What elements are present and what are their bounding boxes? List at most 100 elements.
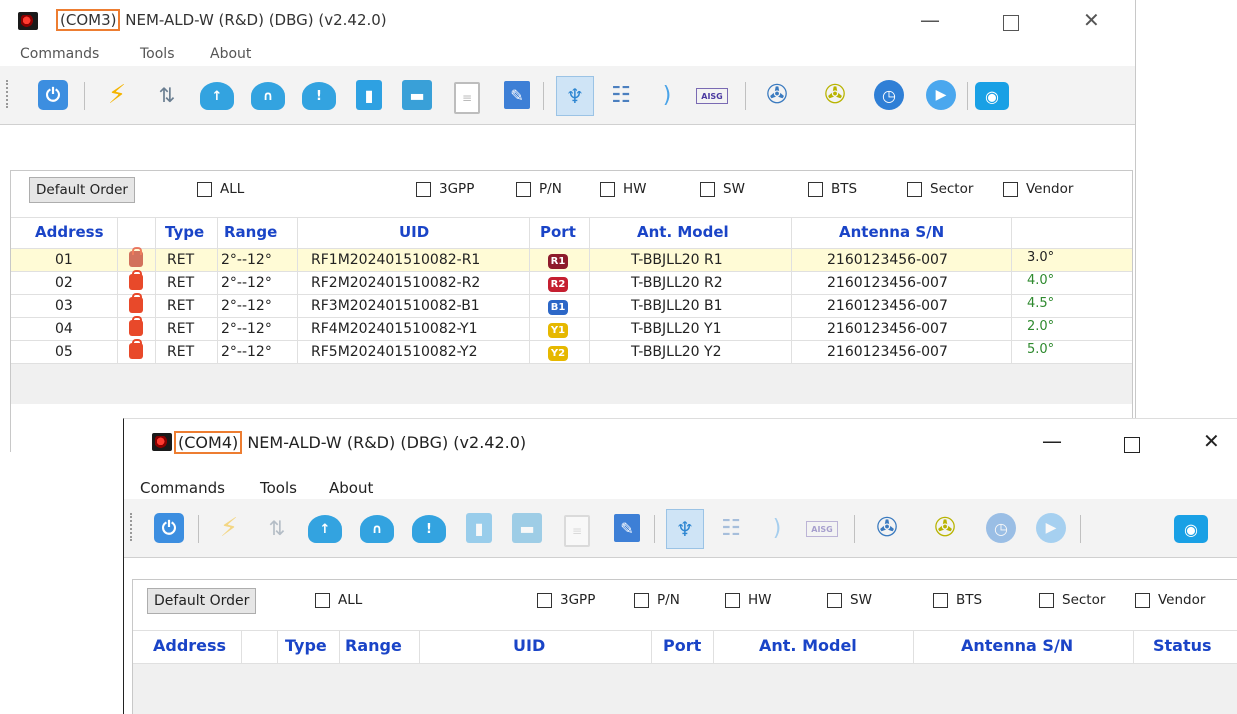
camera-icon[interactable]: ◉ bbox=[1174, 515, 1208, 543]
table-row[interactable]: 05 RET 2°--12° RF5M202401510082-Y2 Y2 T-BBJLL… bbox=[11, 339, 1132, 364]
play-icon[interactable]: ▶ bbox=[926, 80, 956, 110]
checkbox-3gpp[interactable]: 3GPP bbox=[537, 592, 595, 608]
menu-tools[interactable]: Tools bbox=[140, 46, 175, 62]
header-ant-model[interactable]: Ant. Model bbox=[637, 223, 729, 241]
table-empty-area[interactable] bbox=[11, 364, 1132, 404]
checkbox-box[interactable] bbox=[600, 181, 615, 197]
checkbox-hw[interactable]: HW bbox=[600, 181, 647, 197]
checkbox-box[interactable] bbox=[537, 592, 552, 608]
menu-commands[interactable]: Commands bbox=[20, 46, 99, 62]
swap-icon[interactable]: ⇅ bbox=[150, 78, 184, 112]
close-button[interactable]: ✕ bbox=[1203, 429, 1220, 453]
trash-icon[interactable]: ▮ bbox=[356, 80, 382, 110]
menu-tools[interactable]: Tools bbox=[260, 479, 297, 497]
edit-icon[interactable]: ✎ bbox=[504, 81, 530, 109]
antenna-icon[interactable]: ♆ bbox=[666, 509, 704, 549]
default-order-button[interactable]: Default Order bbox=[29, 177, 135, 203]
header-antenna-sn[interactable]: Antenna S/N bbox=[961, 636, 1073, 655]
save-icon[interactable]: ▬ bbox=[402, 80, 432, 110]
cloud-warning-icon[interactable]: ! bbox=[412, 515, 446, 543]
checkbox-box[interactable] bbox=[1135, 592, 1150, 608]
header-address[interactable]: Address bbox=[153, 636, 226, 655]
aisg-icon[interactable]: AISG bbox=[696, 88, 728, 104]
checkbox-sector[interactable]: Sector bbox=[907, 181, 973, 197]
trash-icon[interactable]: ▮ bbox=[466, 513, 492, 543]
header-status[interactable]: Status bbox=[1153, 636, 1212, 655]
cloud-icon[interactable]: ∩ bbox=[360, 515, 394, 543]
checkbox-box[interactable] bbox=[1039, 592, 1054, 608]
aisg-icon[interactable]: AISG bbox=[806, 521, 838, 537]
edit-icon[interactable]: ✎ bbox=[614, 514, 640, 542]
title-bar[interactable]: (COM4) NEM-ALD-W (R&D) (DBG) (v2.42.0) —… bbox=[124, 419, 1237, 463]
checkbox-box[interactable] bbox=[197, 181, 212, 197]
menu-about[interactable]: About bbox=[329, 479, 373, 497]
satellite-scan-icon[interactable]: ✇ bbox=[928, 511, 962, 545]
header-uid[interactable]: UID bbox=[399, 223, 429, 241]
swap-icon[interactable]: ⇅ bbox=[260, 511, 294, 545]
checkbox-box[interactable] bbox=[516, 181, 531, 197]
antenna-icon[interactable]: ♆ bbox=[556, 76, 594, 116]
tree-icon[interactable]: ☷ bbox=[604, 78, 638, 112]
table-row[interactable]: 03 RET 2°--12° RF3M202401510082-B1 B1 T-BBJLL… bbox=[11, 293, 1132, 318]
header-port[interactable]: Port bbox=[663, 636, 701, 655]
table-row[interactable]: 04 RET 2°--12° RF4M202401510082-Y1 Y1 T-BBJLL… bbox=[11, 316, 1132, 341]
checkbox-all[interactable]: ALL bbox=[315, 592, 362, 608]
checkbox-3gpp[interactable]: 3GPP bbox=[416, 181, 474, 197]
header-type[interactable]: Type bbox=[165, 223, 204, 241]
save-icon[interactable]: ▬ bbox=[512, 513, 542, 543]
default-order-button[interactable]: Default Order bbox=[147, 588, 257, 614]
checkbox-all[interactable]: ALL bbox=[197, 181, 244, 197]
checkbox-sector[interactable]: Sector bbox=[1039, 592, 1105, 608]
header-uid[interactable]: UID bbox=[513, 636, 545, 655]
checkbox-box[interactable] bbox=[634, 592, 649, 608]
toolbar-grip[interactable] bbox=[6, 80, 10, 108]
checkbox-box[interactable] bbox=[315, 592, 330, 608]
play-icon[interactable]: ▶ bbox=[1036, 513, 1066, 543]
cloud-icon[interactable]: ∩ bbox=[251, 82, 285, 110]
close-button[interactable]: ✕ bbox=[1083, 8, 1100, 32]
menu-about[interactable]: About bbox=[210, 46, 251, 62]
header-ant-model[interactable]: Ant. Model bbox=[759, 636, 857, 655]
checkbox-vendor[interactable]: Vendor bbox=[1135, 592, 1205, 608]
header-type[interactable]: Type bbox=[285, 636, 327, 655]
header-range[interactable]: Range bbox=[345, 636, 402, 655]
menu-commands[interactable]: Commands bbox=[140, 479, 225, 497]
power-icon[interactable]: ⏻ bbox=[154, 513, 184, 543]
checkbox-hw[interactable]: HW bbox=[725, 592, 772, 608]
checkbox-sw[interactable]: SW bbox=[700, 181, 745, 197]
checkbox-box[interactable] bbox=[725, 592, 740, 608]
maximize-button[interactable] bbox=[1003, 15, 1019, 31]
checkbox-box[interactable] bbox=[827, 592, 842, 608]
lightning-icon[interactable]: ⚡ bbox=[100, 78, 134, 112]
cloud-upload-icon[interactable]: ↑ bbox=[200, 82, 234, 110]
checkbox-box[interactable] bbox=[907, 181, 922, 197]
header-address[interactable]: Address bbox=[35, 223, 104, 241]
satellite-icon[interactable]: ✇ bbox=[760, 78, 794, 112]
checkbox-sw[interactable]: SW bbox=[827, 592, 872, 608]
document-icon[interactable]: ≡ bbox=[564, 515, 590, 547]
tree-icon[interactable]: ☷ bbox=[714, 511, 748, 545]
toolbar-grip[interactable] bbox=[130, 513, 134, 541]
document-icon[interactable]: ≡ bbox=[454, 82, 480, 114]
camera-icon[interactable]: ◉ bbox=[975, 82, 1009, 110]
minimize-button[interactable]: — bbox=[920, 8, 940, 32]
cloud-warning-icon[interactable]: ! bbox=[302, 82, 336, 110]
checkbox-pn[interactable]: P/N bbox=[516, 181, 562, 197]
checkbox-vendor[interactable]: Vendor bbox=[1003, 181, 1073, 197]
checkbox-box[interactable] bbox=[416, 181, 431, 197]
checkbox-bts[interactable]: BTS bbox=[808, 181, 857, 197]
checkbox-box[interactable] bbox=[700, 181, 715, 197]
checkbox-pn[interactable]: P/N bbox=[634, 592, 680, 608]
header-port[interactable]: Port bbox=[540, 223, 576, 241]
table-row[interactable]: 02 RET 2°--12° RF2M202401510082-R2 R2 T-BBJLL… bbox=[11, 270, 1132, 295]
checkbox-box[interactable] bbox=[933, 592, 948, 608]
header-range[interactable]: Range bbox=[224, 223, 277, 241]
power-icon[interactable]: ⏻ bbox=[38, 80, 68, 110]
table-empty-area[interactable] bbox=[133, 664, 1237, 714]
header-antenna-sn[interactable]: Antenna S/N bbox=[839, 223, 944, 241]
satellite-icon[interactable]: ✇ bbox=[870, 511, 904, 545]
title-bar[interactable]: (COM3) NEM-ALD-W (R&D) (DBG) (v2.42.0) —… bbox=[0, 0, 1135, 44]
checkbox-box[interactable] bbox=[808, 181, 823, 197]
satellite-scan-icon[interactable]: ✇ bbox=[818, 78, 852, 112]
checkbox-box[interactable] bbox=[1003, 181, 1018, 197]
